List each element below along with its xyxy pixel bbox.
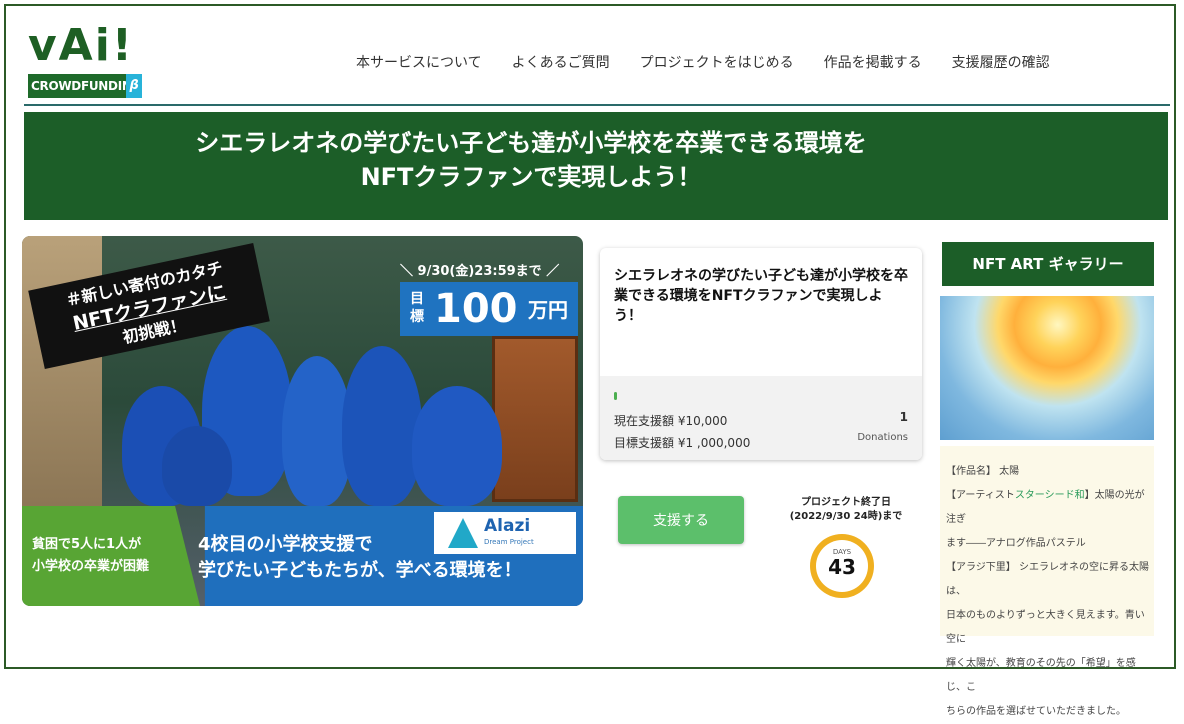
days-count: 43 bbox=[828, 555, 856, 579]
hero-child bbox=[342, 346, 422, 506]
gallery-title[interactable]: NFT ART ギャラリー bbox=[942, 242, 1154, 286]
header: vAi! CROWDFUNDING β 本サービスについて よくあるご質問 プロ… bbox=[6, 6, 1174, 106]
gallery-line-6: 輝く太陽が、教育のその先の「希望」を感じ、こ bbox=[946, 658, 1136, 693]
alazi-logo: Alazi Dream Project bbox=[434, 512, 576, 554]
project-stats: 現在支援額 ¥10,000 目標支援額 ¥1 ,000,000 1 Donati… bbox=[600, 376, 922, 460]
gallery-line-4: 【アラジ下里】 シエラレオネの空に昇る太陽は、 bbox=[946, 562, 1149, 597]
days-remaining-badge: DAYS 43 bbox=[810, 534, 874, 598]
alazi-mark-icon bbox=[448, 518, 478, 548]
current-amount: 現在支援額 ¥10,000 bbox=[614, 414, 728, 428]
hero-green-panel: 貧困で5人に1人が 小学校の卒業が困難 bbox=[22, 506, 200, 606]
logo-beta: β bbox=[126, 74, 142, 98]
end-label: プロジェクト終了日 bbox=[801, 497, 891, 508]
end-date: (2022/9/30 24時)まで bbox=[789, 511, 903, 522]
project-banner: シエラレオネの学びたい子ども達が小学校を卒業できる環境を NFTクラファンで実現… bbox=[24, 112, 1168, 220]
green-line-1: 貧困で5人に1人が bbox=[32, 537, 142, 552]
days-label: DAYS bbox=[832, 548, 852, 556]
alazi-sub: Dream Project bbox=[484, 538, 534, 546]
alazi-name: Alazi bbox=[484, 516, 531, 536]
donations-count: 1 bbox=[899, 410, 908, 424]
support-button[interactable]: 支援する bbox=[618, 496, 744, 544]
main-nav: 本サービスについて よくあるご質問 プロジェクトをはじめる 作品を掲載する 支援… bbox=[356, 52, 1050, 72]
project-card-title[interactable]: シエラレオネの学びたい子ども達が小学校を卒業できる環境をNFTクラファンで実現し… bbox=[614, 266, 910, 326]
gallery-artwork-sun[interactable] bbox=[940, 296, 1154, 440]
gallery-description: 【作品名】 太陽 【アーティストスターシード和】太陽の光が注ぎ ます――アナログ… bbox=[940, 446, 1154, 717]
banner-line-1: シエラレオネの学びたい子ども達が小学校を卒業できる環境を bbox=[195, 129, 867, 157]
header-divider bbox=[24, 104, 1170, 106]
project-end: プロジェクト終了日 (2022/9/30 24時)まで bbox=[784, 496, 908, 524]
logo[interactable]: vAi! CROWDFUNDING β bbox=[28, 24, 144, 102]
page-frame: vAi! CROWDFUNDING β 本サービスについて よくあるご質問 プロ… bbox=[4, 4, 1176, 717]
project-card: シエラレオネの学びたい子ども達が小学校を卒業できる環境をNFTクラファンで実現し… bbox=[600, 248, 922, 460]
green-line-2: 小学校の卒業が困難 bbox=[32, 559, 150, 574]
nav-start-project[interactable]: プロジェクトをはじめる bbox=[640, 52, 794, 72]
logo-wordmark: vAi! bbox=[28, 20, 134, 71]
nav-faq[interactable]: よくあるご質問 bbox=[512, 52, 610, 72]
nav-post-work[interactable]: 作品を掲載する bbox=[824, 52, 922, 72]
logo-subtitle: CROWDFUNDING β bbox=[28, 74, 142, 98]
gallery-line-1: 【作品名】 太陽 bbox=[946, 466, 1020, 477]
hero-deadline: ＼ 9/30(金)23:59まで ／ bbox=[400, 264, 560, 279]
target-amount: 目標支援額 ¥1 ,000,000 bbox=[614, 436, 751, 450]
gallery-line-2: 【アーティストスターシード和】太陽の光が注ぎ bbox=[946, 484, 1152, 532]
nav-about[interactable]: 本サービスについて bbox=[356, 52, 482, 72]
donations-label: Donations bbox=[857, 432, 908, 443]
progress-bar bbox=[614, 392, 617, 400]
goal-unit: 万円 bbox=[528, 298, 568, 322]
gallery-line-3: ます――アナログ作品パステル bbox=[946, 538, 1086, 549]
hero-child bbox=[412, 386, 502, 506]
goal-label: 目標 bbox=[410, 291, 424, 325]
hero-image: ＃新しい寄付のカタチ NFTクラファンに 初挑戦！ ＼ 9/30(金)23:59… bbox=[22, 236, 583, 606]
gallery-artist-link[interactable]: スターシード和 bbox=[1015, 490, 1085, 501]
days-inner: DAYS 43 bbox=[816, 540, 868, 592]
logo-sub-text: CROWDFUNDING bbox=[31, 79, 142, 93]
banner-line-2: NFTクラファンで実現しよう！ bbox=[360, 163, 702, 191]
hero-child bbox=[162, 426, 232, 506]
gallery-artist-prefix: 【アーティスト bbox=[946, 490, 1015, 501]
hero-goal: 目標 100 万円 bbox=[400, 282, 578, 336]
blue-line-2: 学びたい子どもたちが、学べる環境を！ bbox=[198, 560, 522, 581]
goal-amount: 100 bbox=[434, 286, 518, 332]
nav-support-history[interactable]: 支援履歴の確認 bbox=[952, 52, 1050, 72]
gallery-line-5: 日本のものよりずっと大きく見えます。青い空に bbox=[946, 610, 1145, 645]
gallery-line-7: ちらの作品を選ばせていただきました。 bbox=[946, 706, 1126, 717]
hero-door bbox=[492, 336, 578, 502]
